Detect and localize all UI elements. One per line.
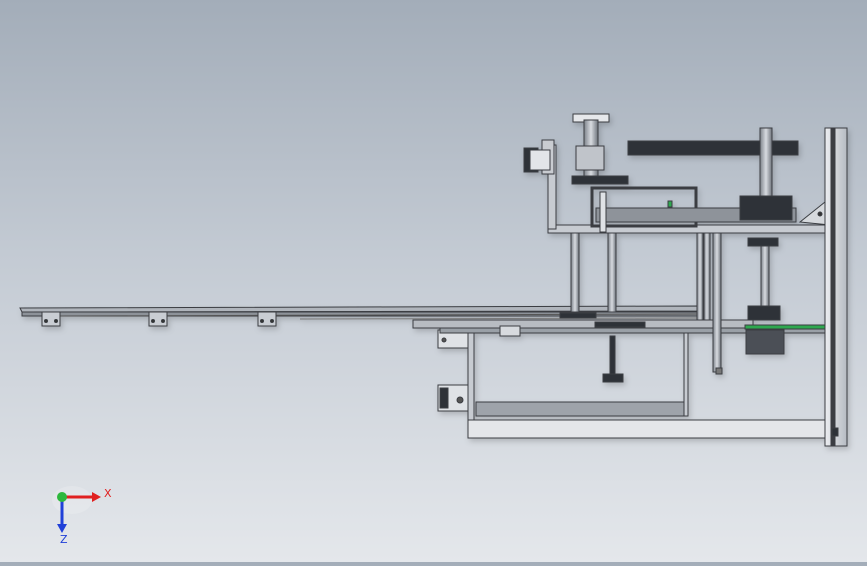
- rail-bracket-1: [41, 311, 61, 327]
- cad-viewport[interactable]: X Z: [0, 0, 867, 562]
- machine-assembly[interactable]: [19, 113, 848, 447]
- x-axis-label: X: [104, 487, 112, 500]
- z-axis-label: Z: [60, 533, 68, 546]
- axis-triad: X Z: [52, 486, 112, 546]
- x-axis-arrow: [92, 492, 101, 502]
- rotary-head[interactable]: [523, 113, 629, 185]
- z-axis-arrow: [57, 524, 67, 533]
- rail-bracket-2: [148, 311, 168, 327]
- right-post[interactable]: [824, 127, 848, 447]
- model-canvas[interactable]: X Z: [0, 0, 867, 562]
- rail-bracket-3: [257, 311, 277, 327]
- y-axis-dot: [57, 492, 67, 502]
